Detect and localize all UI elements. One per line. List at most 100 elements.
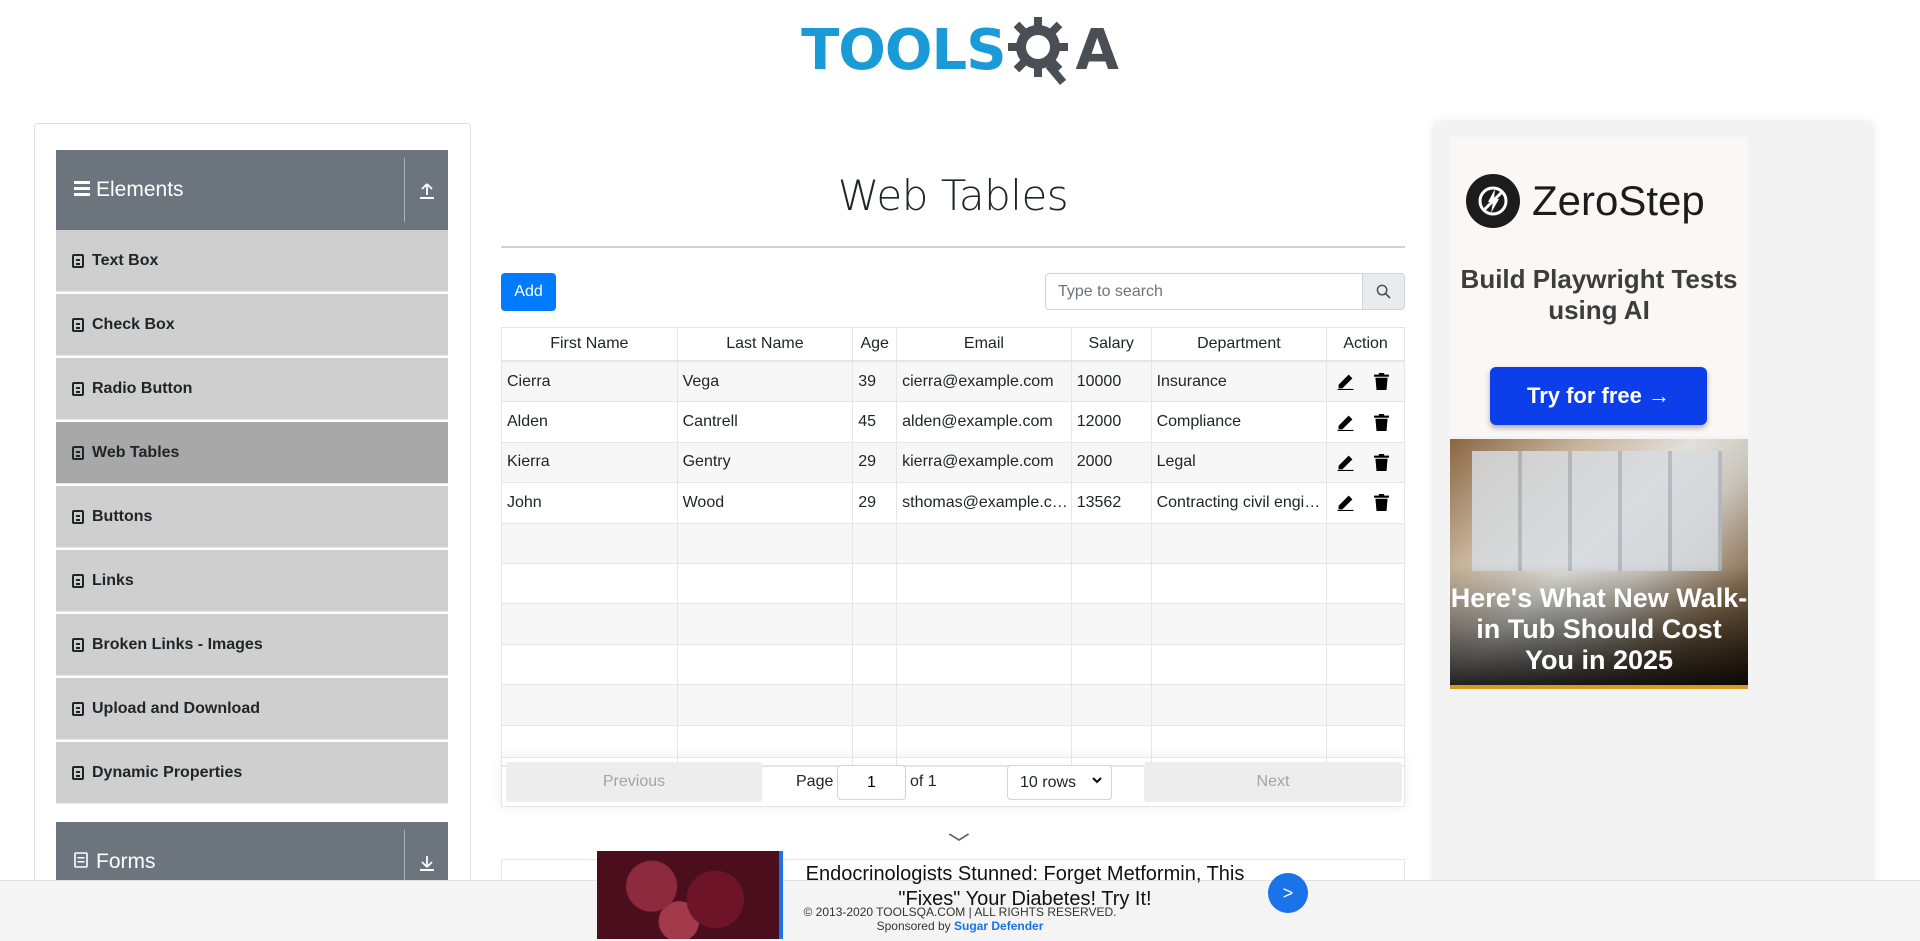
- sponsor-link[interactable]: Sugar Defender: [954, 919, 1043, 933]
- ad-headline: Here's What New Walk-in Tub Should Cost …: [1450, 583, 1748, 675]
- delete-trash-icon[interactable]: [1372, 493, 1391, 512]
- item-icon: [72, 317, 84, 332]
- item-icon: [72, 701, 84, 716]
- site-header: TOOLS A: [0, 0, 1920, 100]
- zerostep-ad[interactable]: ZeroStep Build Playwright Tests using AI…: [1450, 137, 1748, 436]
- search-input[interactable]: [1045, 273, 1363, 310]
- cell-age: 45: [853, 402, 898, 442]
- sidebar-group-title: Forms: [96, 850, 156, 873]
- cell-salary: 2000: [1072, 442, 1152, 483]
- cell-first-name: Cierra: [502, 362, 678, 402]
- cell-email: alden@example.com: [897, 402, 1072, 442]
- sidebar-item-label: Check Box: [92, 315, 175, 333]
- web-table: First Name Last Name Age Email Salary De…: [501, 327, 1405, 767]
- empty-cell: [678, 604, 854, 644]
- empty-cell: [897, 604, 1072, 644]
- expand-down-icon[interactable]: [414, 846, 440, 880]
- column-header-salary[interactable]: Salary: [1072, 328, 1152, 360]
- cell-email: sthomas@example.com: [897, 483, 1072, 523]
- sidebar-item-text-box[interactable]: Text Box: [56, 230, 448, 292]
- cell-age: 29: [853, 483, 898, 523]
- tub-ad[interactable]: Here's What New Walk-in Tub Should Cost …: [1450, 439, 1748, 689]
- sidebar-item-web-tables[interactable]: Web Tables: [56, 422, 448, 484]
- hamburger-icon: [74, 179, 92, 202]
- edit-pencil-icon[interactable]: [1336, 493, 1355, 512]
- cell-department: Contracting civil engineering: [1152, 483, 1328, 523]
- empty-cell: [1327, 645, 1404, 684]
- search-icon[interactable]: [1363, 273, 1405, 310]
- column-header-first-name[interactable]: First Name: [502, 328, 678, 360]
- cell-department-text: Contracting civil engineering: [1156, 493, 1327, 511]
- sidebar-item-upload-download[interactable]: Upload and Download: [56, 678, 448, 740]
- empty-cell: [1327, 685, 1404, 724]
- empty-cell: [897, 523, 1072, 563]
- rows-per-page-select[interactable]: 10 rows: [1007, 765, 1112, 800]
- item-icon: [72, 509, 84, 524]
- table-row-empty: [502, 644, 1404, 686]
- cell-first-name: John: [502, 483, 678, 523]
- column-header-department[interactable]: Department: [1152, 328, 1328, 360]
- edit-pencil-icon[interactable]: [1336, 453, 1355, 472]
- empty-cell: [502, 563, 678, 604]
- table-header: First Name Last Name Age Email Salary De…: [502, 328, 1404, 362]
- ad-brand: ZeroStep: [1532, 177, 1705, 224]
- previous-button[interactable]: Previous: [506, 762, 762, 802]
- delete-trash-icon[interactable]: [1372, 453, 1391, 472]
- sidebar-group-elements[interactable]: Elements: [56, 150, 448, 230]
- empty-cell: [502, 604, 678, 644]
- item-icon: [72, 765, 84, 780]
- cell-age: 39: [853, 362, 898, 402]
- sidebar-item-check-box[interactable]: Check Box: [56, 294, 448, 356]
- empty-cell: [1327, 604, 1404, 643]
- next-button[interactable]: Next: [1144, 762, 1402, 802]
- column-header-last-name[interactable]: Last Name: [678, 328, 854, 360]
- cell-department: Legal: [1152, 442, 1328, 483]
- edit-pencil-icon[interactable]: [1336, 413, 1355, 432]
- empty-cell: [1152, 604, 1328, 644]
- column-header-action: Action: [1343, 335, 1388, 352]
- empty-cell: [502, 523, 678, 563]
- empty-cell: [1327, 564, 1404, 603]
- cell-email: kierra@example.com: [897, 442, 1072, 483]
- table-row: Kierra Gentry 29 kierra@example.com 2000…: [502, 442, 1404, 484]
- table-body: Cierra Vega 39 cierra@example.com 10000 …: [502, 362, 1404, 766]
- empty-cell: [502, 685, 678, 725]
- try-for-free-button[interactable]: Try for free →: [1490, 367, 1707, 425]
- delete-trash-icon[interactable]: [1372, 372, 1391, 391]
- page-number-input[interactable]: [837, 765, 906, 800]
- column-header-email[interactable]: Email: [897, 328, 1072, 360]
- empty-cell: [853, 523, 898, 563]
- cell-email: cierra@example.com: [897, 362, 1072, 402]
- logo-text-a: A: [1075, 17, 1119, 83]
- cell-action: [1327, 483, 1404, 522]
- item-icon: [72, 445, 84, 460]
- toolsqa-logo[interactable]: TOOLS A: [801, 10, 1119, 90]
- delete-trash-icon[interactable]: [1372, 413, 1391, 432]
- page-label: Page: [796, 773, 834, 790]
- cell-age: 29: [853, 442, 898, 483]
- collapse-up-icon[interactable]: [414, 174, 440, 208]
- sidebar-item-links[interactable]: Links: [56, 550, 448, 612]
- footer-copyright: © 2013-2020 TOOLSQA.COM | ALL RIGHTS RES…: [803, 905, 1117, 919]
- cell-last-name: Vega: [678, 362, 854, 402]
- sidebar-item-label: Web Tables: [92, 443, 180, 461]
- empty-cell: [1072, 604, 1152, 644]
- rows-per-page-value: 10 rows: [1020, 773, 1077, 791]
- right-ad-panel: ZeroStep Build Playwright Tests using AI…: [1434, 123, 1872, 941]
- left-sidebar: Elements Text Box Check Box Radio Button…: [34, 123, 471, 941]
- chevron-down-icon[interactable]: [948, 829, 970, 847]
- sidebar-item-buttons[interactable]: Buttons: [56, 486, 448, 548]
- sidebar-item-dynamic-properties[interactable]: Dynamic Properties: [56, 742, 448, 804]
- sidebar-item-broken-links[interactable]: Broken Links - Images: [56, 614, 448, 676]
- column-header-age[interactable]: Age: [853, 328, 898, 360]
- sidebar-item-radio-button[interactable]: Radio Button: [56, 358, 448, 420]
- item-icon: [72, 573, 84, 588]
- cell-action: [1327, 443, 1404, 482]
- item-icon: [72, 253, 84, 268]
- edit-pencil-icon[interactable]: [1336, 372, 1355, 391]
- empty-cell: [1072, 685, 1152, 725]
- search-box: [1045, 273, 1405, 310]
- add-button[interactable]: Add: [501, 273, 556, 311]
- cell-department: Compliance: [1152, 402, 1328, 442]
- empty-cell: [678, 523, 854, 563]
